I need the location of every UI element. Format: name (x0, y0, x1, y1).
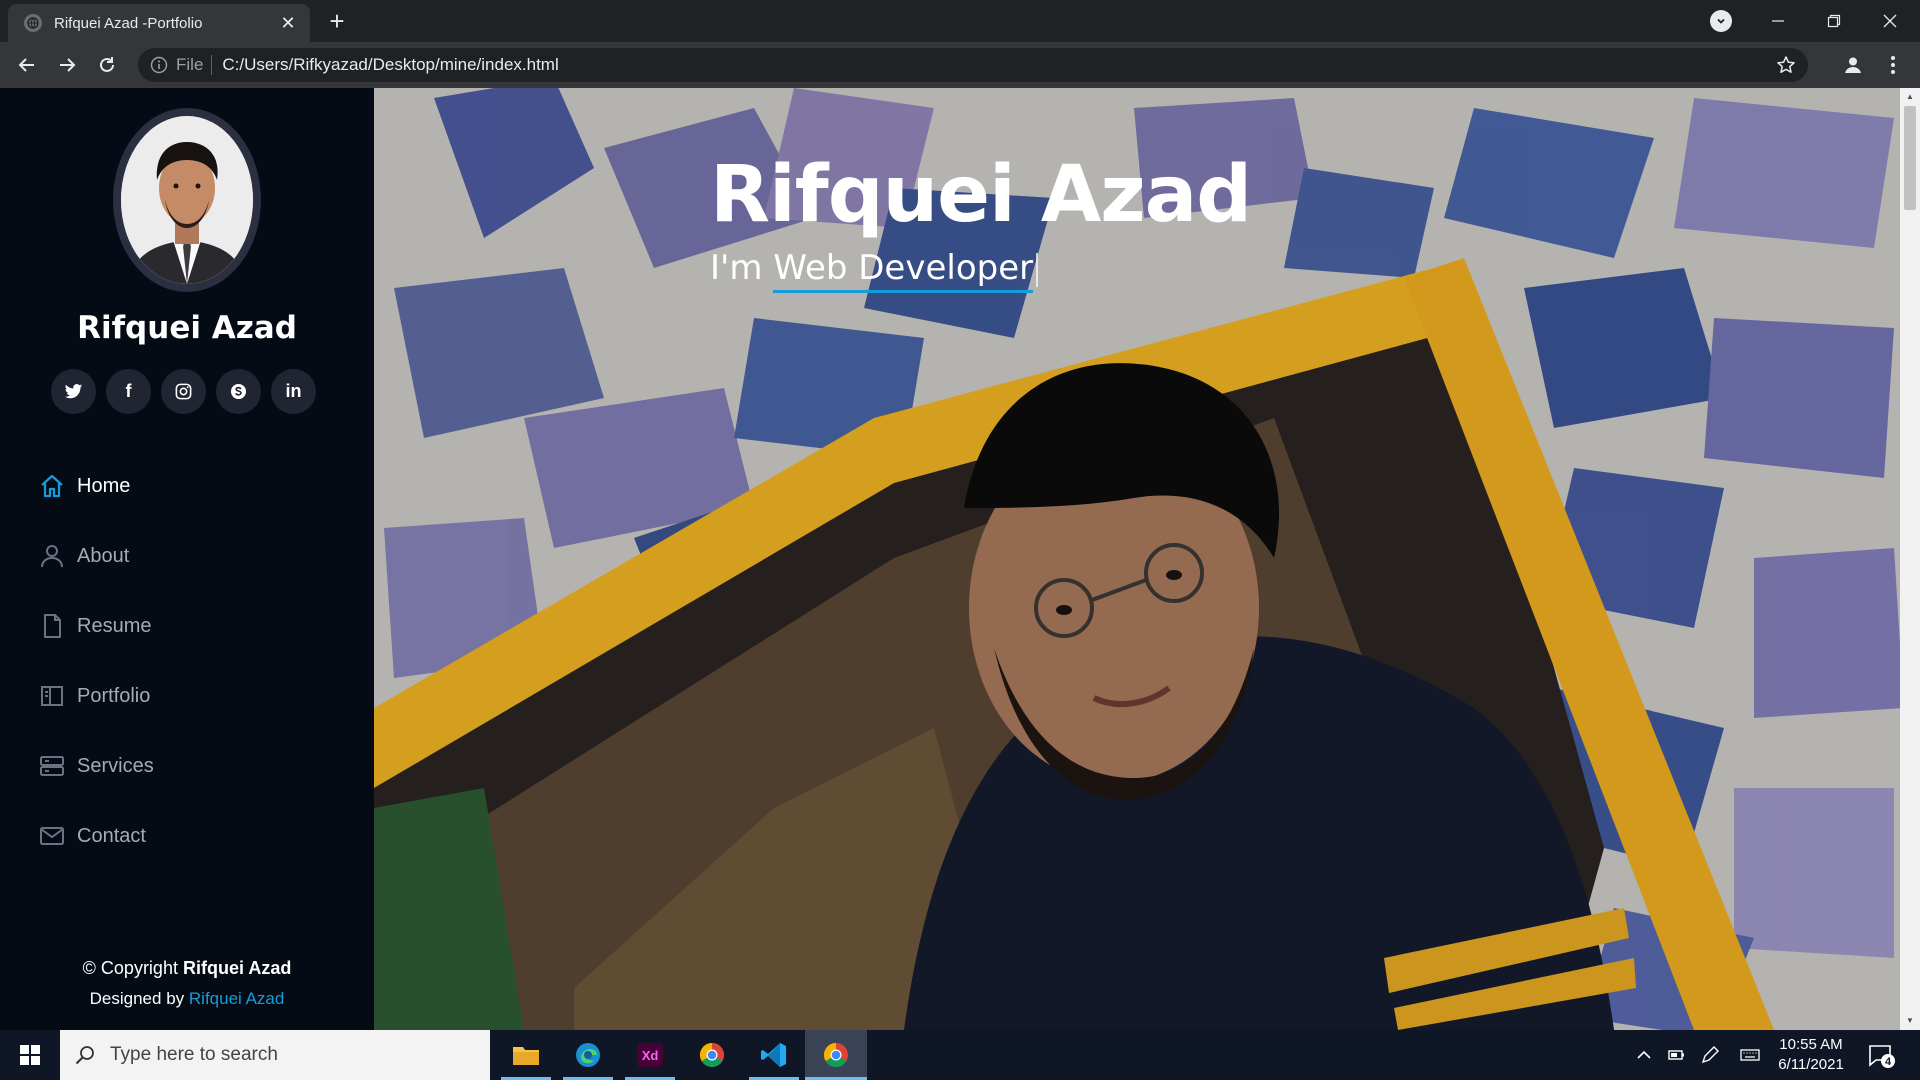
copyright: © Copyright Rifquei Azad (0, 958, 374, 979)
xd-label: Xd (642, 1048, 659, 1063)
envelope-icon (38, 822, 66, 850)
globe-icon (24, 14, 42, 32)
tab-search-icon[interactable] (1710, 10, 1732, 32)
designed-prefix: Designed by (89, 989, 185, 1008)
sidebar: Rifquei Azad f in Home About Resume Port… (0, 88, 374, 1030)
facebook-icon[interactable]: f (106, 369, 151, 414)
pen-icon[interactable] (1694, 1030, 1726, 1080)
hero-typed-text: Web Developer (773, 248, 1034, 293)
scroll-up-icon[interactable]: ▲ (1905, 92, 1915, 101)
close-window-icon[interactable] (1862, 0, 1918, 42)
page-scrollbar[interactable]: ▲ ▼ (1900, 88, 1920, 1030)
notification-count: 4 (1885, 1056, 1892, 1068)
taskbar-clock[interactable]: 10:55 AM 6/11/2021 (1765, 1035, 1857, 1075)
new-tab-button[interactable]: + (322, 6, 352, 36)
profile-icon[interactable] (1838, 50, 1868, 80)
hero-subtitle-prefix: I'm (710, 248, 763, 288)
designer-link[interactable]: Rifquei Azad (189, 989, 284, 1008)
forward-icon[interactable] (52, 50, 82, 80)
facebook-letter: f (125, 381, 132, 401)
tab-title: Rifquei Azad -Portfolio (54, 14, 203, 32)
nav-label-resume: Resume (77, 614, 152, 637)
windows-start-icon[interactable] (0, 1030, 60, 1080)
info-icon[interactable] (150, 56, 168, 74)
adobe-xd-icon[interactable]: Xd (619, 1030, 681, 1080)
server-icon (38, 752, 66, 780)
copyright-name: Rifquei Azad (182, 958, 292, 978)
hero-section: Rifquei Azad I'm Web Developer (374, 88, 1900, 1030)
tray-chevron-up-icon[interactable] (1628, 1030, 1660, 1080)
keyboard-icon[interactable] (1734, 1030, 1766, 1080)
browser-toolbar: File C:/Users/Rifkyazad/Desktop/mine/ind… (0, 42, 1920, 88)
browser-tab-strip: Rifquei Azad -Portfolio ✕ + (0, 0, 1920, 42)
nav-item-contact[interactable]: Contact (38, 801, 338, 871)
restore-icon[interactable] (1806, 0, 1862, 42)
file-explorer-icon[interactable] (495, 1030, 557, 1080)
nav-label-about: About (77, 544, 130, 567)
search-placeholder: Type here to search (110, 1044, 278, 1065)
nav-label-services: Services (77, 754, 154, 777)
battery-icon[interactable] (1660, 1030, 1692, 1080)
url-separator (211, 55, 213, 75)
typing-cursor (1036, 252, 1039, 287)
profile-photo (113, 108, 261, 292)
edge-icon[interactable] (557, 1030, 619, 1080)
social-links: f in (51, 369, 316, 414)
tab-close-icon[interactable]: ✕ (278, 13, 298, 34)
nav-item-resume[interactable]: Resume (38, 591, 338, 661)
sidebar-nav: Home About Resume Portfolio Services Con… (38, 451, 338, 871)
hero-title: Rifquei Azad (710, 150, 1252, 240)
bookmark-star-icon[interactable] (1776, 55, 1796, 75)
nav-label-contact: Contact (77, 824, 146, 847)
menu-dots-icon[interactable] (1878, 50, 1908, 80)
minimize-icon[interactable] (1750, 0, 1806, 42)
book-icon (38, 682, 66, 710)
linkedin-letters: in (285, 381, 302, 401)
chrome-icon[interactable] (681, 1030, 743, 1080)
linkedin-icon[interactable]: in (271, 369, 316, 414)
nav-item-home[interactable]: Home (38, 451, 338, 521)
scroll-down-icon[interactable]: ▼ (1905, 1016, 1915, 1025)
url-scheme: File (176, 55, 204, 74)
file-icon (38, 612, 66, 640)
user-icon (38, 542, 66, 570)
page-viewport: Rifquei Azad f in Home About Resume Port… (0, 88, 1920, 1030)
vscode-icon[interactable] (743, 1030, 805, 1080)
instagram-icon[interactable] (161, 369, 206, 414)
nav-label-home: Home (77, 474, 131, 497)
copyright-prefix: © Copyright (82, 958, 178, 978)
nav-item-about[interactable]: About (38, 521, 338, 591)
hero-subtitle: I'm Web Developer (710, 248, 1039, 293)
clock-date: 6/11/2021 (1778, 1056, 1844, 1073)
browser-tab[interactable]: Rifquei Azad -Portfolio ✕ (8, 4, 310, 42)
designed-by: Designed by Rifquei Azad (0, 989, 374, 1009)
taskbar: Type here to search Xd 10:55 AM 6/11/202… (0, 1030, 1920, 1080)
search-icon (75, 1046, 94, 1065)
taskbar-search[interactable]: Type here to search (60, 1030, 490, 1080)
reload-icon[interactable] (92, 50, 122, 80)
chrome-active-icon[interactable] (805, 1030, 867, 1080)
nav-label-portfolio: Portfolio (77, 684, 151, 707)
sidebar-name: Rifquei Azad (77, 310, 297, 346)
twitter-icon[interactable] (51, 369, 96, 414)
back-icon[interactable] (12, 50, 42, 80)
nav-item-services[interactable]: Services (38, 731, 338, 801)
clock-time: 10:55 AM (1779, 1036, 1843, 1053)
address-bar[interactable]: File C:/Users/Rifkyazad/Desktop/mine/ind… (138, 48, 1808, 82)
nav-item-portfolio[interactable]: Portfolio (38, 661, 338, 731)
url-text[interactable]: C:/Users/Rifkyazad/Desktop/mine/index.ht… (222, 55, 558, 75)
scrollbar-thumb[interactable] (1904, 106, 1916, 210)
skype-icon[interactable] (216, 369, 261, 414)
notification-icon[interactable]: 4 (1866, 1040, 1896, 1070)
home-icon (38, 472, 66, 500)
